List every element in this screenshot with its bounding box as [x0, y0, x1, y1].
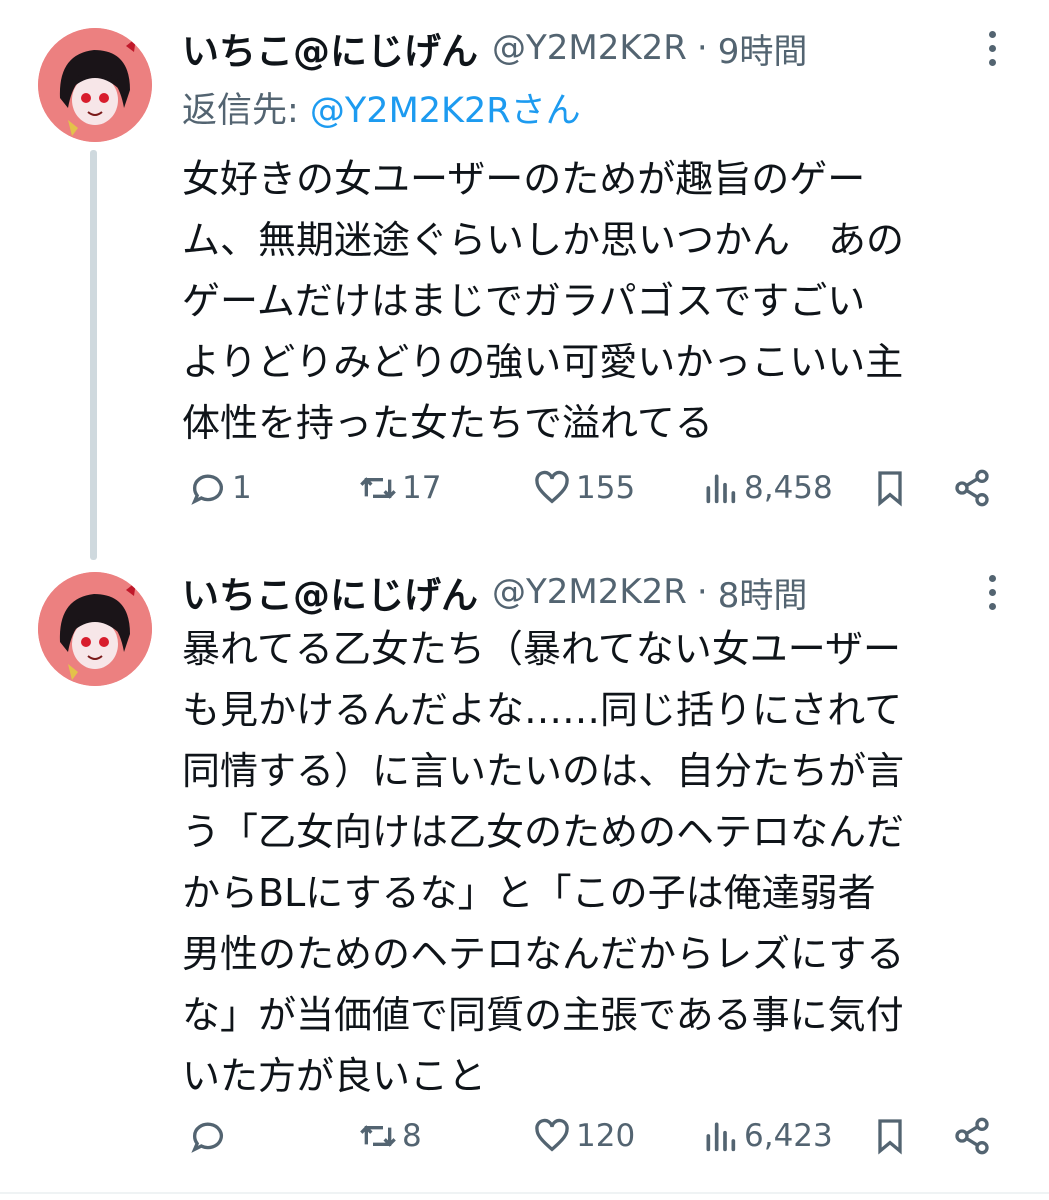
reply-context: 返信先: @Y2M2K2Rさん [182, 82, 581, 133]
retweet-button[interactable]: 17 [358, 458, 441, 518]
text-line: 暴れてる乙女たち（暴れてない女ユーザー [182, 627, 901, 671]
share-icon [955, 1117, 989, 1155]
separator: · [696, 572, 708, 612]
divider [0, 1192, 1049, 1194]
views-icon [706, 1122, 736, 1152]
more-icon[interactable] [977, 18, 1007, 78]
share-button[interactable] [952, 458, 992, 518]
view-count: 6,423 [744, 1118, 833, 1154]
like-count: 155 [576, 470, 636, 506]
text-line: いた方が良いこと [182, 1054, 487, 1098]
like-button[interactable]: 120 [532, 1106, 635, 1166]
more-icon[interactable] [977, 562, 1007, 622]
tweet[interactable]: いちこ@にじげん @Y2M2K2R · 8時間 暴れてる乙女たち（暴れてない女ユ… [0, 560, 1049, 1190]
share-button[interactable] [952, 1106, 992, 1166]
text-line: からBLにするな」と「この子は俺達弱者 [182, 871, 876, 915]
like-button[interactable]: 155 [532, 458, 635, 518]
retweet-count: 8 [402, 1118, 422, 1154]
tweet[interactable]: いちこ@にじげん @Y2M2K2R · 9時間 返信先: @Y2M2K2Rさん … [0, 0, 1049, 560]
display-name[interactable]: いちこ@にじげん [182, 21, 478, 75]
action-bar: 8 120 6,423 [182, 1106, 1012, 1166]
heart-icon [535, 1118, 569, 1152]
text-line: よりどりみどりの強い可愛いかっこいい主 [182, 340, 904, 384]
reply-label: 返信先: [182, 91, 310, 131]
separator: · [696, 28, 708, 68]
text-line: ム、無期迷途ぐらいしか思いつかん あの [182, 218, 905, 262]
avatar[interactable] [38, 572, 152, 686]
bookmark-button[interactable] [870, 458, 910, 518]
bookmark-icon [878, 471, 902, 507]
text-line: も見かけるんだよな……同じ括りにされて [182, 688, 903, 732]
text-line: 男性のためのヘテロなんだからレズにする [182, 932, 905, 976]
text-line: う「乙女向けは乙女のためのヘテロなんだ [182, 810, 905, 854]
retweet-icon [360, 477, 396, 499]
heart-icon [535, 470, 569, 504]
reply-handle-link[interactable]: @Y2M2K2Rさん [310, 91, 581, 131]
views-icon [706, 474, 736, 504]
reply-icon [191, 474, 223, 505]
text-line: ゲームだけはまじでガラパゴスですごい [182, 279, 866, 323]
reply-button[interactable] [188, 1106, 232, 1166]
retweet-button[interactable]: 8 [358, 1106, 422, 1166]
action-bar: 1 17 155 8,458 [182, 458, 1012, 518]
text-line: な」が当価値で同質の主張である事に気付 [182, 993, 904, 1037]
reply-button[interactable]: 1 [188, 458, 252, 518]
like-count: 120 [576, 1118, 636, 1154]
tweet-header: いちこ@にじげん @Y2M2K2R · 8時間 [182, 562, 807, 622]
retweet-count: 17 [402, 470, 442, 506]
view-count: 8,458 [744, 470, 833, 506]
display-name[interactable]: いちこ@にじげん [182, 565, 478, 619]
username[interactable]: @Y2M2K2R [492, 572, 687, 612]
text-line: 同情する）に言いたいのは、自分たちが言 [182, 749, 905, 793]
bookmark-button[interactable] [870, 1106, 910, 1166]
share-icon [955, 469, 989, 507]
text-line: 女好きの女ユーザーのためが趣旨のゲー [182, 157, 866, 201]
timestamp[interactable]: 9時間 [718, 24, 808, 73]
username[interactable]: @Y2M2K2R [492, 28, 687, 68]
tweet-text: 暴れてる乙女たち（暴れてない女ユーザー も見かけるんだよな……同じ括りにされて … [182, 619, 1022, 1107]
thread-line [90, 150, 97, 560]
views-button[interactable]: 6,423 [700, 1106, 833, 1166]
timestamp[interactable]: 8時間 [718, 568, 808, 617]
text-line: 体性を持った女たちで溢れてる [182, 401, 713, 445]
bookmark-icon [878, 1119, 902, 1155]
views-button[interactable]: 8,458 [700, 458, 833, 518]
reply-count: 1 [232, 470, 252, 506]
tweet-header: いちこ@にじげん @Y2M2K2R · 9時間 [182, 18, 807, 78]
tweet-text: 女好きの女ユーザーのためが趣旨のゲー ム、無期迷途ぐらいしか思いつかん あの ゲ… [182, 149, 1022, 454]
reply-icon [191, 1122, 223, 1153]
retweet-icon [360, 1125, 396, 1147]
avatar[interactable] [38, 28, 152, 142]
